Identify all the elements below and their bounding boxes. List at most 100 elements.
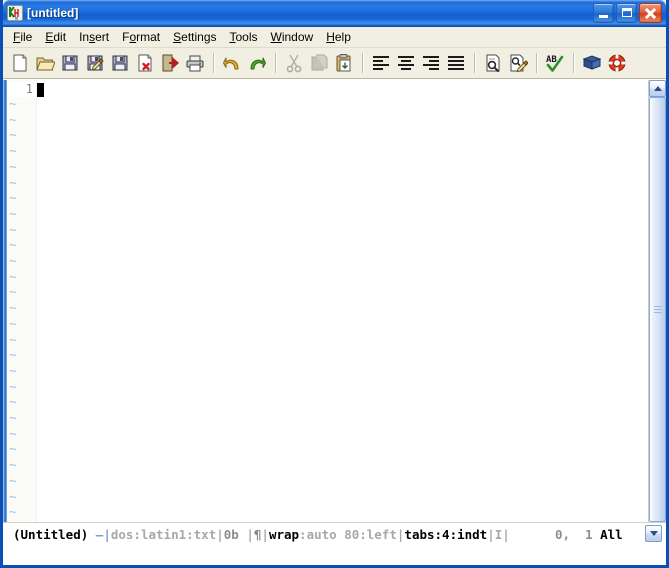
spellcheck-icon[interactable]: AB [543,51,567,75]
empty-line-marker: ~ [9,302,23,315]
status-segment: I [494,526,503,542]
window-controls [593,3,662,23]
title-bar[interactable]: m [untitled] [3,0,666,27]
menu-item-help[interactable]: Help [320,28,358,46]
empty-line-marker: ~ [9,381,23,394]
status-segment: | [487,526,495,542]
status-segment: tabs:4:indt [404,526,488,542]
window-title: [untitled] [27,6,79,20]
toolbar-separator [536,53,538,73]
status-segment: | [216,526,224,542]
status-segment: (Untitled) [13,526,96,542]
save-all-icon[interactable] [108,51,132,75]
status-segment: | [238,526,254,542]
align-right-icon[interactable] [419,51,443,75]
svg-text:m: m [15,16,18,21]
empty-line-marker: ~ [9,506,23,519]
status-bar-region: (Untitled) –| dos:latin1:txt | 0b | ¶ | wrap:a… [3,522,666,565]
menu-item-format[interactable]: Format [116,28,167,46]
vertical-scrollbar[interactable] [648,80,666,522]
toolbar-separator [275,53,277,73]
copy-icon [307,51,331,75]
menu-item-file[interactable]: File [7,28,39,46]
toolbar-separator [573,53,575,73]
line-number-1: 1 [7,82,36,97]
scroll-down-button[interactable] [645,525,662,542]
empty-line-marker: ~ [9,114,23,127]
save-icon[interactable] [58,51,82,75]
undo-icon[interactable] [220,51,244,75]
paste-icon[interactable] [332,51,356,75]
menu-item-window[interactable]: Window [265,28,321,46]
new-file-icon[interactable] [8,51,32,75]
empty-line-marker: ~ [9,98,23,111]
text-caret [37,82,44,97]
empty-line-marker: ~ [9,428,23,441]
status-segment: All [600,526,623,542]
scrollbar-track[interactable] [649,97,666,522]
redo-icon[interactable] [245,51,269,75]
empty-line-marker: ~ [9,396,23,409]
first-line: 1 [7,82,44,97]
menu-item-edit[interactable]: Edit [39,28,73,46]
maximize-button[interactable] [616,3,637,23]
status-segment: wrap [268,526,300,542]
align-left-icon[interactable] [369,51,393,75]
scroll-up-button[interactable] [649,80,666,97]
status-segment: | [261,526,269,542]
dictionary-icon[interactable] [580,51,604,75]
scrollbar-thumb[interactable] [649,97,666,522]
status-segment: | [502,526,510,542]
scrollbar-grip [654,305,662,314]
empty-line-marker: ~ [9,161,23,174]
empty-line-marker: ~ [9,459,23,472]
toolbar-separator [474,53,476,73]
cut-icon [282,51,306,75]
empty-line-marker: ~ [9,271,23,284]
status-segment: ¶ [253,526,262,542]
empty-line-marker: ~ [9,491,23,504]
empty-line-marker: ~ [9,443,23,456]
open-folder-icon[interactable] [33,51,57,75]
minimize-button[interactable] [593,3,614,23]
empty-line-marker: ~ [9,145,23,158]
align-justify-icon[interactable] [444,51,468,75]
editor-area: ~~~~~~~~~~~~~~~~~~~~~~~~~~~~ 1 [3,79,666,522]
status-segment: | [396,526,405,542]
toolbar-separator [213,53,215,73]
empty-line-marker: ~ [9,475,23,488]
status-segment: dos:latin1:txt [110,526,217,542]
menu-item-insert[interactable]: Insert [73,28,116,46]
empty-line-marker: ~ [9,334,23,347]
empty-line-marker: ~ [9,349,23,362]
empty-line-marker: ~ [9,177,23,190]
editor-app-icon: m [6,4,24,22]
menu-item-settings[interactable]: Settings [167,28,223,46]
status-bar: (Untitled) –| dos:latin1:txt | 0b | ¶ | wrap:a… [3,523,666,545]
close-button[interactable] [639,3,662,23]
empty-line-marker: ~ [9,286,23,299]
find-icon[interactable] [481,51,505,75]
menu-bar: File Edit Insert Format Settings Tools Window H… [3,27,666,48]
status-bar-filler [3,545,666,565]
replace-icon[interactable] [506,51,530,75]
print-icon[interactable] [183,51,207,75]
status-segment: 0, 1 [509,526,601,542]
empty-line-marker: ~ [9,318,23,331]
empty-line-marker: ~ [9,208,23,221]
toolbar-separator [362,53,364,73]
status-segment: 0b [223,526,239,542]
status-segment: :auto 80:left [299,526,397,542]
text-input-area[interactable]: ~~~~~~~~~~~~~~~~~~~~~~~~~~~~ 1 [7,80,648,522]
exit-icon[interactable] [158,51,182,75]
empty-line-marker: ~ [9,365,23,378]
menu-item-tools[interactable]: Tools [224,28,265,46]
application-window: m [untitled] File Edit Insert Format Setting… [0,0,669,568]
align-center-icon[interactable] [394,51,418,75]
toolbar: AB [3,48,666,79]
help-ring-icon[interactable] [605,51,629,75]
close-file-icon[interactable] [133,51,157,75]
empty-line-marker: ~ [9,239,23,252]
save-as-icon[interactable] [83,51,107,75]
status-segment: –| [95,526,111,542]
